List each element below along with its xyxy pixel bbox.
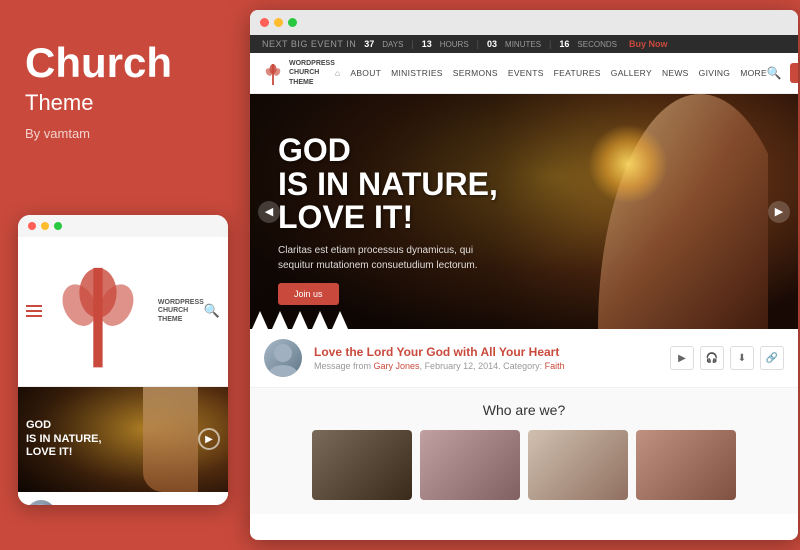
event-days-unit: DAYS: [382, 40, 403, 49]
tree-deco-1: [252, 311, 268, 329]
desktop-logo-text: WORDPRESSCHURCHTHEME: [289, 59, 335, 86]
desktop-dot-yellow[interactable]: [274, 18, 283, 27]
mobile-hero-woman: [143, 387, 198, 492]
desktop-logo-icon: [262, 59, 284, 87]
mobile-sermon-avatar: [26, 500, 56, 505]
app-author: By vamtam: [25, 126, 220, 141]
tree-deco-2: [272, 311, 288, 329]
sermon-audio-icon[interactable]: 🎧: [700, 346, 724, 370]
sermon-strip: Love the Lord Your God with All Your Hea…: [250, 329, 798, 388]
who-image-3: [528, 430, 628, 500]
mobile-hero: GOD IS IN NATURE, LOVE IT! ▶: [18, 387, 228, 492]
sermon-info: Love the Lord Your God with All Your Hea…: [314, 345, 658, 371]
desktop-top-bar: [250, 10, 798, 35]
mobile-next-arrow[interactable]: ▶: [198, 428, 220, 450]
desktop-nav-right: 🔍 Donate: [767, 63, 798, 83]
nav-more[interactable]: MORE: [740, 68, 767, 78]
mobile-nav: WORDPRESSCHURCHTHEME 🔍: [18, 237, 228, 387]
left-panel: Church Theme By vamtam WORDPRESSCHURCHTH…: [0, 0, 245, 550]
tree-deco-3: [292, 311, 308, 329]
sermon-download-icon[interactable]: ⬇: [730, 346, 754, 370]
who-section: Who are we?: [250, 388, 798, 514]
sermon-link-icon[interactable]: 🔗: [760, 346, 784, 370]
tree-deco-4: [312, 311, 328, 329]
nav-events[interactable]: EVENTS: [508, 68, 544, 78]
mobile-sermon-section: Love the Lord Your God: [18, 492, 228, 505]
wheat-icon: [42, 243, 154, 380]
hero-prev-arrow[interactable]: ◀: [258, 201, 280, 223]
mobile-mockup: WORDPRESSCHURCHTHEME 🔍 GOD IS IN NATURE,…: [18, 215, 228, 505]
nav-features[interactable]: FEATURES: [554, 68, 601, 78]
mobile-hero-text: GOD IS IN NATURE, LOVE IT!: [18, 411, 110, 467]
nav-sermons[interactable]: SERMONS: [453, 68, 498, 78]
nav-news[interactable]: NEWS: [662, 68, 689, 78]
hero-headline: GOD IS IN NATURE, LOVE IT!: [278, 134, 498, 235]
event-days-number: 37: [364, 39, 374, 49]
event-seconds-unit: SECONDS: [577, 40, 617, 49]
sermon-video-icon[interactable]: ▶: [670, 346, 694, 370]
desktop-logo: WORDPRESSCHURCHTHEME: [262, 59, 335, 87]
desktop-mockup: NEXT BIG EVENT IN 37 DAYS | 13 HOURS | 0…: [250, 10, 798, 540]
app-title: Church: [25, 40, 220, 86]
event-hours-unit: HOURS: [440, 40, 469, 49]
mobile-hero-title: GOD IS IN NATURE, LOVE IT!: [26, 419, 102, 459]
event-bar-label: NEXT BIG EVENT IN: [262, 39, 356, 49]
tree-deco-5: [332, 311, 348, 329]
event-minutes-unit: MINUTES: [505, 40, 541, 49]
sermon-meta: Message from Gary Jones, February 12, 20…: [314, 361, 658, 371]
who-image-2: [420, 430, 520, 500]
mobile-dot-green: [54, 222, 62, 230]
mobile-logo-text: WORDPRESSCHURCHTHEME: [158, 299, 204, 324]
event-countdown-bar: NEXT BIG EVENT IN 37 DAYS | 13 HOURS | 0…: [250, 35, 798, 53]
mobile-dot-yellow: [41, 222, 49, 230]
event-hours-number: 13: [422, 39, 432, 49]
nav-about[interactable]: ABOUT: [350, 68, 381, 78]
who-image-4: [636, 430, 736, 500]
who-title: Who are we?: [264, 402, 784, 418]
desktop-hero: GOD IS IN NATURE, LOVE IT! Claritas est …: [250, 94, 798, 329]
hero-bottom-decoration: [250, 309, 798, 329]
app-subtitle: Theme: [25, 90, 220, 116]
mobile-logo: WORDPRESSCHURCHTHEME: [42, 243, 204, 380]
sermon-title[interactable]: Love the Lord Your God with All Your Hea…: [314, 345, 658, 359]
sermon-category-link[interactable]: Faith: [545, 361, 565, 371]
desktop-dot-green[interactable]: [288, 18, 297, 27]
desktop-nav: WORDPRESSCHURCHTHEME ⌂ ABOUT MINISTRIES …: [250, 53, 798, 94]
hero-body: Claritas est etiam processus dynamicus, …: [278, 243, 478, 273]
hero-content: GOD IS IN NATURE, LOVE IT! Claritas est …: [278, 134, 498, 305]
mobile-top-bar: [18, 215, 228, 237]
event-seconds-number: 16: [559, 39, 569, 49]
donate-button[interactable]: Donate: [790, 63, 798, 83]
nav-home-icon[interactable]: ⌂: [335, 68, 340, 78]
mobile-dot-red: [28, 222, 36, 230]
who-image-1: [312, 430, 412, 500]
sermon-speaker-avatar: [264, 339, 302, 377]
sermon-action-icons: ▶ 🎧 ⬇ 🔗: [670, 346, 784, 370]
nav-gallery[interactable]: GALLERY: [611, 68, 652, 78]
sermon-author-link[interactable]: Gary Jones: [374, 361, 420, 371]
who-images-row: [264, 430, 784, 500]
join-us-button[interactable]: Join us: [278, 283, 339, 305]
event-buy-now-link[interactable]: Buy Now: [629, 39, 668, 49]
mobile-sermon-item: Love the Lord Your God: [26, 500, 220, 505]
desktop-nav-links: ⌂ ABOUT MINISTRIES SERMONS EVENTS FEATUR…: [335, 68, 767, 78]
nav-giving[interactable]: GIVING: [699, 68, 731, 78]
desktop-search-icon[interactable]: 🔍: [767, 66, 782, 80]
hero-next-arrow[interactable]: ▶: [768, 201, 790, 223]
hamburger-menu-icon[interactable]: [26, 305, 42, 317]
mobile-search-icon[interactable]: 🔍: [204, 303, 220, 319]
desktop-wheat-icon: [262, 59, 284, 87]
desktop-dot-red[interactable]: [260, 18, 269, 27]
nav-ministries[interactable]: MINISTRIES: [391, 68, 443, 78]
event-minutes-number: 03: [487, 39, 497, 49]
